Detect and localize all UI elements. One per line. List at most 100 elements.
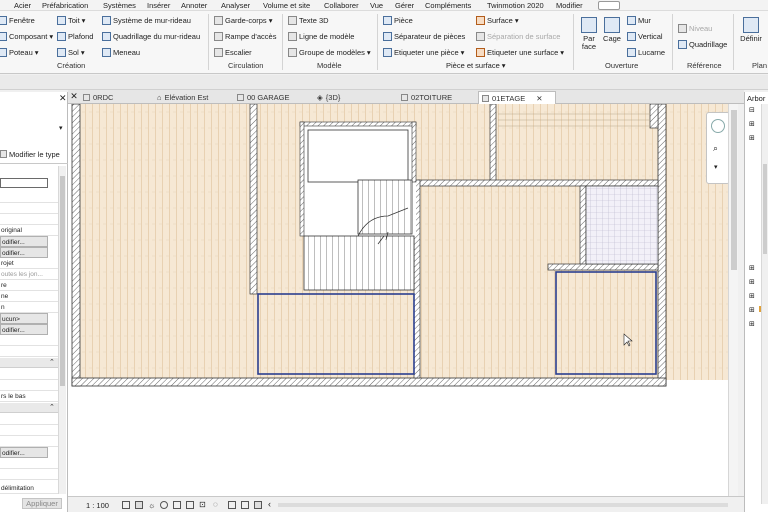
tag-area-button[interactable]: Etiqueter une surface ▾ (476, 48, 564, 57)
edit-property-button[interactable]: odifier... (0, 324, 48, 335)
menu-prefabrication[interactable]: Préfabrication (42, 1, 88, 10)
curtain-grid-button[interactable]: Quadrillage du mur-rideau (102, 32, 200, 41)
stair[interactable] (303, 235, 415, 291)
expand-icon[interactable]: ⊞ (749, 134, 755, 142)
railing-button[interactable]: Garde-corps ▾ (214, 16, 272, 25)
section-header[interactable]: ⌃ (0, 403, 58, 413)
expand-icon[interactable]: ⊞ (749, 278, 755, 286)
crop-view-icon[interactable] (186, 501, 194, 509)
menu-gerer[interactable]: Gérer (395, 1, 414, 10)
expand-icon[interactable]: ⊞ (749, 264, 755, 272)
grid-button[interactable]: Quadrillage (678, 40, 727, 49)
wall-opening-button[interactable]: Mur (627, 16, 651, 25)
tab-01etage[interactable]: 01ETAGE ✕ (478, 91, 556, 104)
close-icon[interactable]: ✕ (68, 91, 80, 103)
edit-property-button[interactable]: odifier... (0, 247, 48, 258)
menu-annoter[interactable]: Annoter (181, 1, 207, 10)
tab-0rdc[interactable]: 0RDC (80, 91, 150, 104)
wall[interactable] (579, 185, 587, 269)
vertical-opening-button[interactable]: Vertical (627, 32, 663, 41)
stair-button[interactable]: Escalier (214, 48, 252, 57)
model-text-button[interactable]: Texte 3D (288, 16, 329, 25)
window-button[interactable]: Fenêtre (0, 16, 35, 25)
curtain-system-button[interactable]: Système de mur-rideau (102, 16, 191, 25)
wall[interactable] (489, 104, 497, 185)
view-scale[interactable]: 1 : 100 (86, 501, 109, 510)
scrollbar-thumb[interactable] (763, 164, 767, 254)
floor-button[interactable]: Sol ▾ (57, 48, 85, 57)
wall[interactable] (547, 263, 659, 271)
room-panel-title-button[interactable]: Pièce et surface ▾ (446, 61, 506, 70)
hide-element-icon[interactable]: ◌ (213, 500, 218, 509)
menu-complements[interactable]: Compléments (425, 1, 471, 10)
close-icon[interactable]: ✕ (59, 93, 67, 104)
scrollbar-thumb[interactable] (731, 110, 737, 270)
roof-button[interactable]: Toit ▾ (57, 16, 85, 25)
tab-00-garage[interactable]: 00 GARAGE (234, 91, 312, 104)
filter-input[interactable] (0, 178, 48, 188)
drawing-canvas[interactable]: ⌕ ▾ (68, 104, 738, 496)
tab-02toiture[interactable]: 02TOITURE (398, 91, 476, 104)
stair[interactable] (357, 179, 413, 235)
set-workplane-button[interactable]: Définir (737, 17, 765, 47)
expand-icon[interactable]: ⊞ (749, 120, 755, 128)
menu-vue[interactable]: Vue (370, 1, 383, 10)
ceiling-button[interactable]: Plafond (57, 32, 93, 41)
edit-property-button[interactable]: odifier... (0, 447, 48, 458)
wall[interactable] (71, 377, 667, 387)
by-face-button[interactable]: Par face (580, 17, 598, 51)
temporary-view-icon[interactable] (254, 501, 262, 509)
dormer-button[interactable]: Lucarne (627, 48, 665, 57)
zoom-icon[interactable]: ⌕ (713, 143, 718, 154)
detail-level-icon[interactable] (122, 501, 130, 509)
horizontal-scrollbar[interactable] (278, 503, 728, 507)
menu-acier[interactable]: Acier (14, 1, 31, 10)
sun-path-icon[interactable]: ☼ (148, 501, 155, 510)
reveal-icon[interactable] (241, 501, 249, 509)
chevron-down-icon[interactable]: ▾ (59, 124, 63, 132)
component-button[interactable]: Composant ▾ (0, 32, 53, 41)
apply-button[interactable]: Appliquer (22, 498, 62, 509)
expand-icon[interactable]: ⊞ (749, 306, 755, 314)
visual-style-icon[interactable] (135, 501, 143, 509)
section-header[interactable]: ⌃ (0, 358, 58, 368)
shaft-button[interactable]: Cage (601, 17, 623, 47)
wall[interactable] (249, 104, 258, 295)
property-dropdown[interactable]: ucun> (0, 313, 48, 324)
browser-scrollbar[interactable] (761, 104, 768, 504)
edit-type-button[interactable]: Modifier le type (0, 150, 60, 159)
menu-systemes[interactable]: Systèmes (103, 1, 136, 10)
menu-volume-site[interactable]: Volume et site (263, 1, 310, 10)
tab-elevation-est[interactable]: ⌂ Elévation Est (154, 91, 232, 104)
expand-icon[interactable]: ⊞ (749, 320, 755, 328)
lock-icon[interactable]: ⊡ (199, 500, 206, 509)
expand-icon[interactable]: ⊟ (749, 106, 755, 114)
menu-inserer[interactable]: Insérer (147, 1, 170, 10)
edit-property-button[interactable]: odifier... (0, 236, 48, 247)
tiled-floor[interactable] (585, 185, 659, 265)
landing[interactable] (307, 129, 409, 183)
wall[interactable] (657, 104, 667, 387)
analysis-icon[interactable] (228, 501, 236, 509)
menu-modifier[interactable]: Modifier (556, 1, 583, 10)
tag-room-button[interactable]: Etiqueter une pièce ▾ (383, 48, 464, 57)
room-button[interactable]: Pièce (383, 16, 413, 25)
wall[interactable] (71, 104, 81, 387)
column-button[interactable]: Poteau ▾ (0, 48, 39, 57)
menu-analyser[interactable]: Analyser (221, 1, 250, 10)
chevron-down-icon[interactable]: ▾ (714, 163, 718, 171)
wall[interactable] (417, 179, 659, 187)
ramp-button[interactable]: Rampe d'accès (214, 32, 276, 41)
floor-plan-drawing[interactable] (68, 104, 738, 496)
crop-region-icon[interactable] (173, 501, 181, 509)
menu-twinmotion[interactable]: Twinmotion 2020 (487, 1, 544, 10)
mullion-button[interactable]: Meneau (102, 48, 140, 57)
menu-collaborer[interactable]: Collaborer (324, 1, 359, 10)
level-button[interactable]: Niveau (678, 24, 712, 33)
room-separator-button[interactable]: Séparateur de pièces (383, 32, 465, 41)
area-boundary-button[interactable]: Séparation de surface (476, 32, 560, 41)
canvas-scrollbar[interactable] (728, 104, 738, 496)
steering-wheel-icon[interactable] (711, 119, 725, 133)
expand-icon[interactable]: ⊞ (749, 292, 755, 300)
model-group-button[interactable]: Groupe de modèles ▾ (288, 48, 371, 57)
